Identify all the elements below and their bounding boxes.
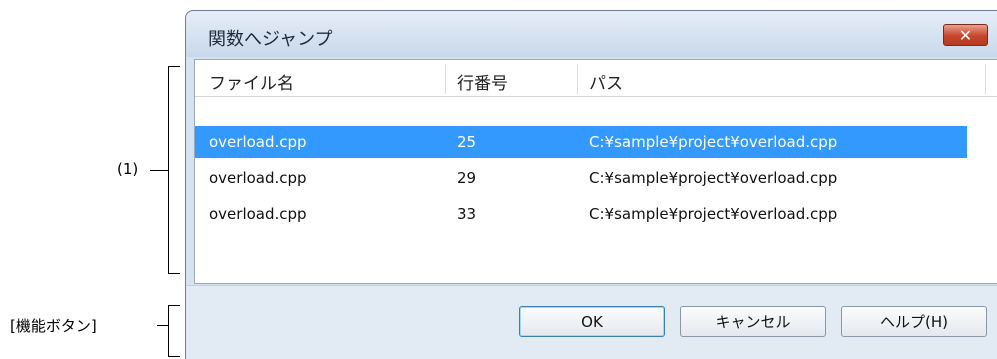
column-separator[interactable]: [445, 64, 446, 94]
list-annotation-leader: [150, 170, 168, 171]
cancel-button[interactable]: キャンセル: [680, 306, 826, 337]
buttons-annotation-leader: [157, 325, 168, 326]
list-annotation-bracket-bottom: [168, 273, 180, 274]
column-header-line-number[interactable]: 行番号: [457, 69, 508, 94]
list-annotation-label: (1): [117, 160, 139, 178]
buttons-annotation-label: [機能ボタン]: [10, 317, 97, 335]
buttons-annotation-bracket: [168, 305, 169, 357]
table-row[interactable]: overload.cpp 25 C:¥sample¥project¥overlo…: [195, 126, 967, 158]
list-annotation-bracket-top: [168, 66, 180, 67]
function-list[interactable]: ファイル名 行番号 パス overload.cpp 25 C:¥sample¥p…: [194, 59, 997, 284]
column-separator[interactable]: [577, 64, 578, 94]
dialog-titlebar[interactable]: 関数へジャンプ ✕: [186, 11, 997, 57]
list-annotation-bracket: [168, 66, 169, 274]
column-header-path[interactable]: パス: [589, 69, 623, 94]
file-name-cell: overload.cpp: [209, 133, 307, 151]
file-name-cell: overload.cpp: [209, 205, 307, 223]
list-header: ファイル名 行番号 パス: [195, 60, 997, 97]
file-name-cell: overload.cpp: [209, 169, 307, 187]
buttons-annotation-bracket-bottom: [168, 356, 180, 357]
path-cell: C:¥sample¥project¥overload.cpp: [589, 133, 838, 151]
function-button-area: OK キャンセル ヘルプ(H): [186, 285, 997, 359]
column-header-file-name[interactable]: ファイル名: [209, 69, 294, 94]
table-row[interactable]: overload.cpp 33 C:¥sample¥project¥overlo…: [195, 198, 967, 230]
ok-button[interactable]: OK: [519, 306, 665, 337]
line-number-cell: 29: [457, 169, 477, 187]
line-number-cell: 25: [457, 133, 477, 151]
line-number-cell: 33: [457, 205, 477, 223]
jump-to-function-dialog: 関数へジャンプ ✕ ファイル名 行番号 パス overload.cpp 25 C…: [185, 10, 997, 359]
help-button[interactable]: ヘルプ(H): [841, 306, 987, 337]
buttons-annotation-bracket-top: [168, 305, 180, 306]
close-icon: ✕: [958, 25, 973, 45]
dialog-title: 関数へジャンプ: [208, 29, 333, 50]
column-separator[interactable]: [985, 64, 986, 94]
table-row[interactable]: overload.cpp 29 C:¥sample¥project¥overlo…: [195, 162, 967, 194]
path-cell: C:¥sample¥project¥overload.cpp: [589, 169, 838, 187]
close-button[interactable]: ✕: [943, 24, 988, 46]
path-cell: C:¥sample¥project¥overload.cpp: [589, 205, 838, 223]
